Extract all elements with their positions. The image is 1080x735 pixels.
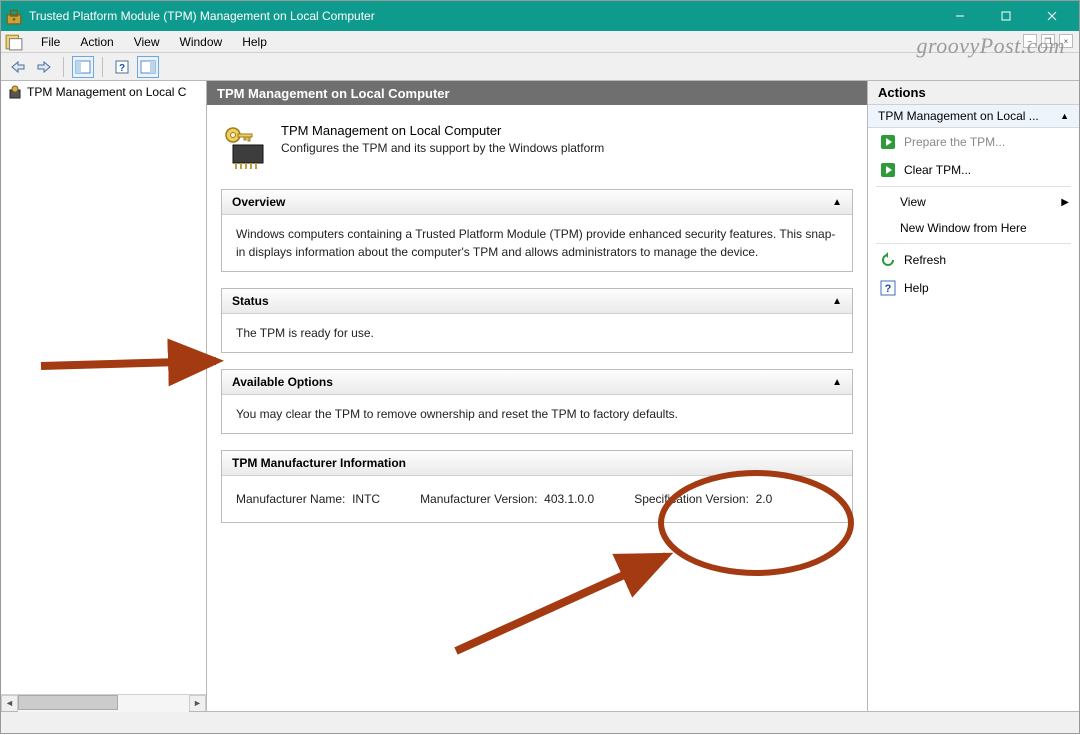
scroll-thumb[interactable] — [18, 695, 118, 710]
tree-horizontal-scrollbar[interactable]: ◄ ► — [1, 694, 206, 711]
action-separator — [876, 186, 1071, 187]
tree-item-label: TPM Management on Local C — [27, 85, 186, 99]
titlebar: Trusted Platform Module (TPM) Management… — [1, 1, 1079, 31]
action-clear-tpm[interactable]: Clear TPM... — [868, 156, 1079, 184]
manufacturer-version-value: 403.1.0.0 — [544, 492, 594, 506]
menubar: File Action View Window Help – ❐ × — [1, 31, 1079, 53]
scroll-left-arrow[interactable]: ◄ — [1, 695, 18, 712]
tree-item-tpm[interactable]: TPM Management on Local C — [1, 81, 206, 103]
overview-body: Windows computers containing a Trusted P… — [222, 215, 852, 271]
actions-group-header[interactable]: TPM Management on Local ... ▲ — [868, 105, 1079, 128]
statusbar — [1, 711, 1079, 733]
intro-title: TPM Management on Local Computer — [281, 123, 604, 138]
actions-pane: Actions TPM Management on Local ... ▲ Pr… — [867, 81, 1079, 711]
mdi-restore[interactable]: ❐ — [1041, 34, 1055, 48]
actions-pane-title: Actions — [868, 81, 1079, 105]
toolbar-separator — [102, 57, 103, 77]
prepare-tpm-icon — [880, 134, 896, 150]
status-panel: Status ▲ The TPM is ready for use. — [221, 288, 853, 353]
refresh-icon — [880, 252, 896, 268]
collapse-icon: ▲ — [832, 197, 842, 208]
options-panel: Available Options ▲ You may clear the TP… — [221, 369, 853, 434]
mdi-minimize[interactable]: – — [1023, 34, 1037, 48]
mdi-close[interactable]: × — [1059, 34, 1073, 48]
tpm-node-icon — [7, 84, 23, 100]
intro-subtitle: Configures the TPM and its support by th… — [281, 141, 604, 155]
back-button[interactable] — [7, 56, 29, 78]
action-view-submenu[interactable]: View ▶ — [868, 189, 1079, 215]
submenu-arrow-icon: ▶ — [1061, 197, 1069, 208]
action-prepare-tpm[interactable]: Prepare the TPM... — [868, 128, 1079, 156]
collapse-icon: ▲ — [832, 296, 842, 307]
overview-header[interactable]: Overview ▲ — [222, 190, 852, 215]
show-hide-action-pane-button[interactable] — [137, 56, 159, 78]
manufacturer-title: TPM Manufacturer Information — [232, 456, 406, 470]
menu-action[interactable]: Action — [70, 33, 123, 51]
manufacturer-header[interactable]: TPM Manufacturer Information — [222, 451, 852, 476]
maximize-button[interactable] — [983, 1, 1029, 31]
help-icon: ? — [880, 280, 896, 296]
action-help[interactable]: ? Help — [868, 274, 1079, 302]
menu-view[interactable]: View — [124, 33, 170, 51]
spec-version-label: Specification Version: — [634, 492, 749, 506]
console-tree: TPM Management on Local C ◄ ► — [1, 81, 207, 711]
action-label: Clear TPM... — [904, 163, 971, 177]
manufacturer-version-label: Manufacturer Version: — [420, 492, 537, 506]
options-title: Available Options — [232, 375, 333, 389]
help-button[interactable]: ? — [111, 56, 133, 78]
action-label: Prepare the TPM... — [904, 135, 1005, 149]
collapse-icon: ▲ — [832, 377, 842, 388]
show-hide-tree-button[interactable] — [72, 56, 94, 78]
tpm-chip-key-icon — [221, 123, 269, 171]
tpm-app-icon — [5, 7, 23, 25]
clear-tpm-icon — [880, 162, 896, 178]
mmc-icon — [5, 33, 23, 51]
action-separator — [876, 243, 1071, 244]
svg-text:?: ? — [119, 63, 125, 74]
mdi-window-controls: – ❐ × — [1023, 34, 1073, 48]
forward-button[interactable] — [33, 56, 55, 78]
options-header[interactable]: Available Options ▲ — [222, 370, 852, 395]
menu-window[interactable]: Window — [170, 33, 233, 51]
menu-help[interactable]: Help — [232, 33, 277, 51]
spec-version-value: 2.0 — [756, 492, 773, 506]
action-label: New Window from Here — [900, 221, 1027, 235]
options-body: You may clear the TPM to remove ownershi… — [222, 395, 852, 433]
action-refresh[interactable]: Refresh — [868, 246, 1079, 274]
menu-file[interactable]: File — [31, 33, 70, 51]
action-label: Refresh — [904, 253, 946, 267]
toolbar-separator — [63, 57, 64, 77]
manufacturer-name-label: Manufacturer Name: — [236, 492, 345, 506]
actions-group-title-label: TPM Management on Local ... — [878, 109, 1039, 123]
scroll-right-arrow[interactable]: ► — [189, 695, 206, 712]
status-title: Status — [232, 294, 269, 308]
content-header: TPM Management on Local Computer — [207, 81, 867, 105]
status-header[interactable]: Status ▲ — [222, 289, 852, 314]
manufacturer-panel: TPM Manufacturer Information Manufacture… — [221, 450, 853, 523]
content-pane: TPM Management on Local Computer — [207, 81, 867, 711]
action-label: View — [900, 195, 926, 209]
scroll-track[interactable] — [18, 695, 189, 712]
action-new-window[interactable]: New Window from Here — [868, 215, 1079, 241]
minimize-button[interactable] — [937, 1, 983, 31]
collapse-icon: ▲ — [1060, 111, 1069, 121]
intro-block: TPM Management on Local Computer Configu… — [221, 123, 853, 171]
svg-text:?: ? — [885, 283, 892, 295]
status-body: The TPM is ready for use. — [222, 314, 852, 352]
manufacturer-name-value: INTC — [352, 492, 380, 506]
close-button[interactable] — [1029, 1, 1075, 31]
window-title: Trusted Platform Module (TPM) Management… — [29, 9, 937, 23]
overview-panel: Overview ▲ Windows computers containing … — [221, 189, 853, 272]
action-label: Help — [904, 281, 929, 295]
toolbar: ? — [1, 53, 1079, 81]
overview-title: Overview — [232, 195, 285, 209]
